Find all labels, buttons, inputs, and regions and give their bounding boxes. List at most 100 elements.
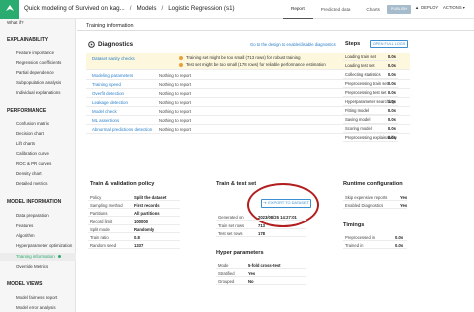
tab-predicted-data[interactable]: Predicted data [313, 0, 359, 19]
sidebar-item-decision-chart[interactable]: Decision chart [16, 131, 44, 136]
warning-icon [179, 55, 183, 60]
step-duration: 0.0s [387, 81, 396, 86]
view-tabs: Report Predicted data Charts [283, 0, 388, 19]
diagnostic-label[interactable]: Training speed [92, 82, 121, 87]
policy-row: Random seed 1337 [88, 241, 180, 249]
hyperparameter-row: Grouped No [216, 277, 306, 285]
sidebar-item-regression-coefficients[interactable]: Regression coefficients [16, 60, 61, 65]
step-name: Preprocessing train set [345, 81, 388, 86]
policy-row: Record limit 100000 [88, 217, 180, 225]
sidebar-item-lift-charts[interactable]: Lift charts [16, 141, 35, 146]
step-row: Loading test set 0.0s [343, 61, 398, 70]
diagnostic-label[interactable]: Dataset sanity checks [92, 56, 135, 61]
diagnostic-value: Nothing to report [159, 109, 192, 114]
sidebar-item-subpopulation-analysis[interactable]: Subpopulation analysis [16, 80, 61, 85]
policy-value: 1337 [134, 243, 144, 248]
policy-key: Policy [90, 195, 102, 200]
policy-row: Policy Split the dataset [88, 193, 180, 201]
stethoscope-icon [88, 41, 95, 49]
hyperparameter-row: Mode 5-fold cross-test [216, 261, 306, 269]
main-content: Training information Diagnostics Go to t… [77, 19, 474, 312]
diagnostic-label[interactable]: ML assertions [92, 118, 119, 123]
train-test-title: Train & test set [216, 181, 257, 187]
diagnostic-label[interactable]: Model check [92, 109, 117, 114]
train-test-key: Train set rows [218, 223, 245, 228]
diagnostic-label[interactable]: Modeling parameters [92, 73, 133, 78]
section-header: Training information [77, 21, 474, 31]
step-name: Collecting statistics [345, 72, 381, 77]
sidebar-item-partial-dependence[interactable]: Partial dependence [16, 70, 54, 75]
app-logo[interactable] [0, 0, 19, 19]
sidebar-item-hyperparameter-optimization[interactable]: Hyperparameter optimization [16, 243, 72, 248]
diagnostic-value: Nothing to report [159, 127, 192, 132]
sidebar-item-model-error-analysis[interactable]: Model error analysis [16, 305, 56, 310]
timing-key: Preprocessed in [345, 235, 376, 240]
policy-key: Sampling method [90, 203, 123, 208]
open-full-logs-button[interactable]: OPEN FULL LOGS [370, 40, 408, 48]
sidebar-item-roc-pr-curves[interactable]: ROC & PR curves [16, 161, 51, 166]
step-name: Loading train set [345, 54, 376, 59]
sidebar-item-calibration-curve[interactable]: Calibration curve [16, 151, 49, 156]
sidebar-item-what-if[interactable]: What if? [7, 20, 24, 25]
policy-value: Split the dataset [134, 195, 167, 200]
train-test-value: 178 [258, 231, 265, 236]
sidebar-item-density-chart[interactable]: Density chart [16, 171, 42, 176]
sidebar-item-training-information[interactable]: Training information [16, 254, 61, 259]
breadcrumb-project[interactable]: Quick modeling of Survived on kag... [24, 5, 125, 12]
policy-key: Random seed [90, 243, 117, 248]
sidebar-item-override-metrics[interactable]: Override Metrics [16, 264, 48, 269]
sidebar-item-features[interactable]: Features [16, 223, 33, 228]
tab-charts[interactable]: Charts [358, 0, 388, 19]
diagnostics-settings-link[interactable]: Go to the design to enable/disable diagn… [250, 42, 336, 47]
sidebar-item-model-fairness-report[interactable]: Model fairness report [16, 295, 57, 300]
deploy-button[interactable]: ▲ DEPLOY [415, 5, 438, 10]
diagnostic-value: Nothing to report [159, 73, 192, 78]
step-name: Scoring model [345, 126, 372, 131]
sidebar-item-confusion-matrix[interactable]: Confusion matrix [16, 121, 49, 126]
step-row: Preprocessing test set 0.0s [343, 88, 398, 97]
train-test-value: 2023/08/25 14:27:01 [258, 215, 297, 220]
actions-label: ACTIONS [443, 5, 462, 10]
step-row: Collecting statistics 0.0s [343, 70, 398, 79]
diagnostic-label[interactable]: Overfit detection [92, 91, 124, 96]
step-duration: 0.0s [387, 72, 396, 77]
sidebar-section-performance: PERFORMANCE [7, 108, 47, 114]
rocket-icon: ▲ [415, 5, 420, 10]
sidebar-section-explainability: EXPLAINABILITY [7, 37, 49, 43]
steps-title: Steps [345, 41, 361, 47]
step-name: Saving model [345, 117, 371, 122]
step-duration: 0.0s [387, 63, 396, 68]
bird-icon [5, 5, 14, 11]
timing-row: Preprocessed in 0.0s [343, 233, 407, 241]
diagnostic-value: Nothing to report [159, 82, 192, 87]
hyperparameters-title: Hyper parameters [216, 250, 264, 256]
timings-title: Timings [343, 222, 365, 228]
diagnostic-warning: Test set might be too small (178 rows) f… [179, 62, 326, 67]
breadcrumb-models[interactable]: Models [137, 5, 157, 12]
sidebar-item-data-preparation[interactable]: Data preparation [16, 213, 49, 218]
sidebar-item-algorithm[interactable]: Algorithm [16, 233, 35, 238]
hyperparameter-row: Stratified Yes [216, 269, 306, 277]
hyperparameter-key: Grouped [218, 279, 235, 284]
step-row: Loading train set 0.0s [343, 52, 398, 61]
runtime-value: Yes [400, 203, 408, 208]
train-validation-title: Train & validation policy [90, 181, 155, 187]
sidebar-section-model-views: MODEL VIEWS [7, 281, 43, 287]
step-duration: 1.0s [387, 99, 396, 104]
sidebar-item-individual-explanations[interactable]: Individual explanations [16, 90, 60, 95]
step-duration: 0.0s [387, 108, 396, 113]
tab-report[interactable]: Report [283, 0, 313, 19]
sidebar-item-detailed-metrics[interactable]: Detailed metrics [16, 181, 47, 186]
policy-key: Record limit [90, 219, 113, 224]
breadcrumb-model[interactable]: Logistic Regression (s1) [168, 5, 234, 12]
actions-button[interactable]: ACTIONS ▾ [443, 5, 465, 10]
sidebar-item-feature-importance[interactable]: Feature importance [16, 50, 54, 55]
diagnostic-label[interactable]: Abnormal predictions detection [92, 127, 152, 132]
diagnostic-label[interactable]: Leakage detection [92, 100, 128, 105]
policy-row: Train ratio 0.8 [88, 233, 180, 241]
step-row: Preprocessing train set 0.0s [343, 79, 398, 88]
step-duration: 0.0s [387, 126, 396, 131]
timing-key: Trained in [345, 243, 364, 248]
sidebar-item-label: Training information [16, 254, 55, 259]
publish-button[interactable]: PUBLISH [387, 5, 411, 14]
